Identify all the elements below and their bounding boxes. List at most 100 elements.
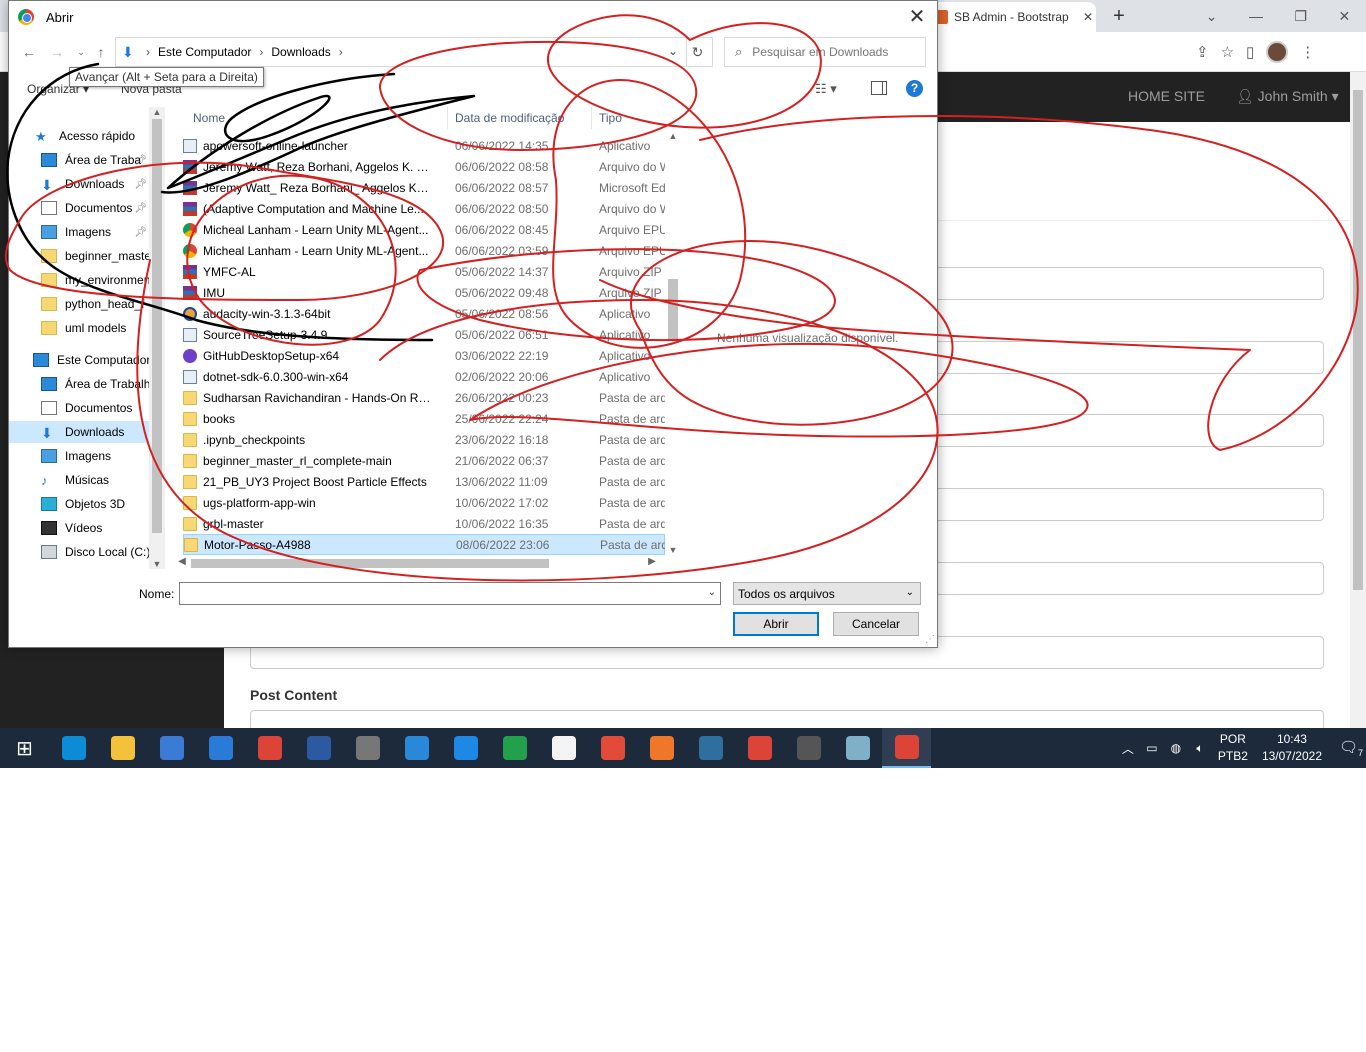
nav-pane-scrollbar[interactable]: ▲ ▼ — [149, 107, 165, 569]
up-arrow-icon[interactable]: ↑ — [91, 41, 111, 63]
taskbar-app[interactable] — [196, 728, 245, 768]
file-row[interactable]: ugs-platform-app-win 10/06/2022 17:02 Past… — [183, 492, 665, 513]
new-tab-button[interactable]: + — [1108, 4, 1130, 28]
taskbar-app[interactable] — [882, 728, 931, 768]
nav-home-link[interactable]: HOME SITE — [1128, 88, 1205, 104]
breadcrumb-downloads[interactable]: Downloads — [271, 45, 330, 59]
taskbar-app[interactable] — [245, 728, 294, 768]
refresh-button[interactable]: ↻ — [683, 37, 713, 67]
file-row[interactable]: Sudharsan Ravichandiran - Hands-On Re...… — [183, 387, 665, 408]
forward-arrow-icon[interactable]: → — [47, 41, 67, 63]
scrollbar-thumb[interactable] — [152, 119, 162, 533]
breadcrumb-computer[interactable]: Este Computador — [158, 45, 251, 59]
file-type-select[interactable]: Todos os arquivos ⌄ — [733, 582, 921, 605]
file-list-scrollbar[interactable]: ▲ ▼ — [665, 129, 681, 555]
open-button[interactable]: Abrir — [733, 612, 819, 636]
scrollbar-thumb[interactable] — [668, 279, 678, 341]
filename-input[interactable] — [184, 583, 694, 603]
nav-item[interactable]: Área de Traba 📌︎ — [9, 149, 149, 171]
close-tab-icon[interactable]: ✕ — [1080, 10, 1096, 24]
file-row[interactable]: grbl-master 10/06/2022 16:35 Pasta de arqu — [183, 513, 665, 534]
close-window-icon[interactable]: ✕ — [1338, 8, 1350, 25]
nav-item[interactable]: ⬇ Downloads — [9, 421, 149, 443]
recent-chevron-icon[interactable]: ⌄ — [71, 41, 91, 63]
taskbar-app[interactable] — [49, 728, 98, 768]
profile-avatar[interactable] — [1266, 41, 1289, 63]
volume-icon[interactable]: 🔈︎ — [1188, 741, 1212, 756]
column-type[interactable]: Tipo — [599, 111, 622, 125]
taskbar-app[interactable]: ⊞ — [0, 728, 49, 768]
share-icon[interactable]: ⇪ — [1196, 43, 1209, 61]
taskbar-app[interactable] — [441, 728, 490, 768]
language-indicator[interactable]: POR PTB2 — [1218, 731, 1248, 765]
file-row[interactable]: YMFC-AL 05/06/2022 14:37 Arquivo ZIP — [183, 261, 665, 282]
search-input[interactable] — [752, 45, 913, 59]
taskbar-app[interactable] — [98, 728, 147, 768]
taskbar-app[interactable] — [147, 728, 196, 768]
address-bar[interactable]: ⬇ › Este Computador › Downloads › ⌄ — [115, 37, 687, 67]
nav-item[interactable]: python_head_f — [9, 293, 149, 315]
nav-item[interactable]: Documentos — [9, 397, 149, 419]
file-row[interactable]: apowersoft-online-launcher 06/06/2022 14:… — [183, 135, 665, 156]
preview-pane-icon[interactable] — [871, 81, 887, 95]
nav-item[interactable]: beginner_master — [9, 245, 155, 267]
nav-item[interactable]: ★ Acesso rápido — [9, 125, 149, 147]
taskbar-app[interactable] — [588, 728, 637, 768]
filename-combobox[interactable]: ⌄ — [179, 582, 721, 605]
taskbar-app[interactable] — [784, 728, 833, 768]
nav-item[interactable]: Objetos 3D — [9, 493, 149, 515]
nav-item[interactable]: Imagens — [9, 445, 149, 467]
search-box[interactable]: ⌕ — [724, 37, 926, 67]
browser-tab[interactable]: SB Admin - Bootstrap ✕ — [926, 2, 1096, 32]
nav-item[interactable]: my_environmen — [9, 269, 150, 291]
file-row[interactable]: .ipynb_checkpoints 23/06/2022 16:18 Pasta … — [183, 429, 665, 450]
file-row[interactable]: 21_PB_UY3 Project Boost Particle Effects… — [183, 471, 665, 492]
file-row[interactable]: audacity-win-3.1.3-64bit 05/06/2022 08:56… — [183, 303, 665, 324]
taskbar-app[interactable] — [294, 728, 343, 768]
nav-user-dropdown[interactable]: 👤︎ John Smith ▾ — [1236, 88, 1339, 105]
chevron-up-icon[interactable]: ︿ — [1116, 740, 1140, 757]
menu-kebab-icon[interactable]: ⋮ — [1300, 43, 1315, 61]
nav-item[interactable]: ♪ Músicas — [9, 469, 149, 491]
file-row[interactable]: GitHubDesktopSetup-x64 03/06/2022 22:19 Ap… — [183, 345, 665, 366]
taskbar-app[interactable] — [686, 728, 735, 768]
file-list-hscrollbar[interactable]: ◀ ▶ — [175, 555, 665, 571]
scroll-up-icon[interactable]: ▲ — [149, 107, 165, 117]
nav-item[interactable]: Este Computador — [9, 349, 150, 371]
scroll-up-icon[interactable]: ▲ — [665, 131, 681, 141]
battery-icon[interactable]: ▭ — [1140, 741, 1164, 755]
nav-item[interactable]: Documentos 📌︎ — [9, 197, 149, 219]
file-row[interactable]: (Adaptive Computation and Machine Le... 0… — [183, 198, 665, 219]
nav-item[interactable]: Área de Trabalho — [9, 373, 157, 395]
taskbar-app[interactable] — [490, 728, 539, 768]
scrollbar-thumb[interactable] — [191, 559, 549, 568]
scroll-left-icon[interactable]: ◀ — [175, 556, 189, 567]
nav-item[interactable]: Imagens 📌︎ — [9, 221, 149, 243]
column-date[interactable]: Data de modificação — [455, 111, 564, 125]
chevron-down-icon[interactable]: ⌄ — [668, 44, 678, 58]
help-icon[interactable]: ? — [906, 80, 923, 97]
nav-item[interactable]: ⬇ Downloads 📌︎ — [9, 173, 149, 195]
scroll-down-icon[interactable]: ▼ — [149, 559, 165, 569]
column-name[interactable]: Nome — [193, 111, 225, 125]
file-row[interactable]: Motor-Passo-A4988 08/06/2022 23:06 Pasta d… — [183, 534, 665, 555]
dialog-close-button[interactable]: ✕ — [905, 5, 929, 29]
file-row[interactable]: Jeremy Watt_ Reza Borhani_ Aggelos Kats.… — [183, 177, 665, 198]
taskbar-app[interactable] — [392, 728, 441, 768]
nav-item[interactable]: Vídeos — [9, 517, 149, 539]
file-row[interactable]: books 25/06/2022 22:24 Pasta de arqu — [183, 408, 665, 429]
column-divider[interactable] — [447, 107, 448, 129]
file-row[interactable]: Jeremy Watt, Reza Borhani, Aggelos K. Ka… — [183, 156, 665, 177]
file-row[interactable]: dotnet-sdk-6.0.300-win-x64 02/06/2022 20:… — [183, 366, 665, 387]
scroll-down-icon[interactable]: ▼ — [665, 545, 681, 555]
taskbar-app[interactable] — [833, 728, 882, 768]
file-row[interactable]: IMU 05/06/2022 09:48 Arquivo ZIP — [183, 282, 665, 303]
chevron-down-icon[interactable]: ⌄ — [708, 587, 716, 598]
file-row[interactable]: Micheal Lanham - Learn Unity ML-Agent...… — [183, 219, 665, 240]
file-row[interactable]: SourceTreeSetup-3.4.9 05/06/2022 06:51 Apl… — [183, 324, 665, 345]
network-icon[interactable]: ◍ — [1164, 741, 1188, 755]
bookmark-star-icon[interactable]: ☆ — [1221, 43, 1234, 61]
clock[interactable]: 10:43 13/07/2022 — [1262, 731, 1322, 765]
column-divider[interactable] — [591, 107, 592, 129]
taskbar-app[interactable] — [735, 728, 784, 768]
